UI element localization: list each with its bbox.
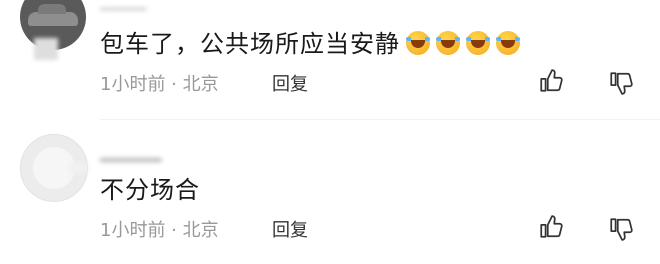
- blurred-region: [70, 162, 88, 174]
- reply-button[interactable]: 回复: [272, 216, 308, 242]
- thumbs-down-icon: [610, 218, 633, 241]
- reply-button[interactable]: 回复: [272, 70, 308, 96]
- comment-item: ▂▂▂▂ 不分场合 1小时前 · 北京 回复: [0, 120, 660, 264]
- thumbs-up-icon: [540, 215, 563, 238]
- laughing-tears-emoji-icon: [406, 31, 430, 55]
- comment-text: 不分场合: [100, 176, 200, 204]
- laughing-tears-emoji-icon: [466, 31, 490, 55]
- thumbs-up-icon: [540, 69, 563, 92]
- comment-meta: 1小时前 · 北京: [100, 220, 219, 241]
- blurred-region: [34, 38, 58, 60]
- username-blurred: ▂▂▂: [100, 0, 170, 10]
- car-image: [28, 4, 78, 26]
- comment-text-content: 包车了，公共场所应当安静: [100, 30, 400, 58]
- default-avatar-image: [33, 147, 75, 189]
- dislike-button[interactable]: [608, 70, 634, 96]
- thumbs-down-icon: [610, 72, 633, 95]
- like-button[interactable]: [538, 214, 564, 240]
- dislike-button[interactable]: [608, 216, 634, 242]
- comment-text: 包车了，公共场所应当安静: [100, 24, 520, 59]
- laughing-tears-emoji-icon: [436, 31, 460, 55]
- like-button[interactable]: [538, 68, 564, 94]
- comment-item: ▂▂▂ 包车了，公共场所应当安静 1小时前 · 北京 回复: [0, 0, 660, 120]
- comment-meta: 1小时前 · 北京: [100, 74, 219, 95]
- laughing-tears-emoji-icon: [496, 31, 520, 55]
- username-blurred: ▂▂▂▂: [100, 140, 162, 162]
